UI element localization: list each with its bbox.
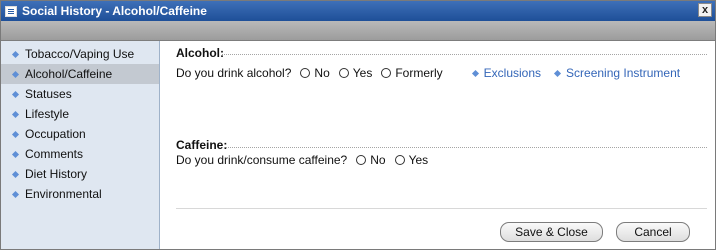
sidebar-item-tobacco-vaping-use[interactable]: Tobacco/Vaping Use xyxy=(1,44,159,64)
main-panel: Alcohol: Do you drink alcohol? No Yes Fo… xyxy=(160,41,715,249)
alcohol-section-header: Alcohol: xyxy=(176,46,224,60)
diamond-bullet-icon xyxy=(11,150,20,158)
title-bar: Social History - Alcohol/Caffeine x xyxy=(1,1,715,21)
section-divider xyxy=(222,54,707,55)
sidebar-item-environmental[interactable]: Environmental xyxy=(1,184,159,204)
sidebar-item-lifestyle[interactable]: Lifestyle xyxy=(1,104,159,124)
sidebar-item-label: Tobacco/Vaping Use xyxy=(25,47,135,61)
caffeine-no-radio[interactable] xyxy=(356,155,367,165)
cancel-button[interactable]: Cancel xyxy=(616,222,690,242)
caffeine-question-label: Do you drink/consume caffeine? xyxy=(176,153,348,167)
toolbar xyxy=(1,21,715,41)
alcohol-formerly-radio[interactable] xyxy=(381,68,392,78)
sidebar-item-label: Comments xyxy=(25,147,84,161)
alcohol-formerly-label: Formerly xyxy=(395,66,443,80)
sidebar-item-label: Statuses xyxy=(25,87,72,101)
sidebar-item-label: Alcohol/Caffeine xyxy=(25,67,113,81)
screening-instrument-link-label: Screening Instrument xyxy=(566,66,681,80)
alcohol-no-label: No xyxy=(314,66,330,80)
caffeine-no-label: No xyxy=(370,153,386,167)
sidebar-item-label: Occupation xyxy=(25,127,86,141)
alcohol-yes-label: Yes xyxy=(352,66,373,80)
diamond-bullet-icon xyxy=(11,50,20,58)
alcohol-question-label: Do you drink alcohol? xyxy=(176,66,292,80)
diamond-bullet-icon xyxy=(11,70,20,78)
caffeine-question-row: Do you drink/consume caffeine? No Yes xyxy=(176,153,428,167)
section-divider xyxy=(222,147,707,148)
caffeine-yes-label: Yes xyxy=(408,153,429,167)
diamond-bullet-icon xyxy=(553,69,562,77)
sidebar-item-label: Environmental xyxy=(25,187,102,201)
sidebar-item-comments[interactable]: Comments xyxy=(1,144,159,164)
sidebar-item-label: Diet History xyxy=(25,167,88,181)
social-history-window: Social History - Alcohol/Caffeine x Toba… xyxy=(0,0,716,250)
exclusions-link-label: Exclusions xyxy=(483,66,542,80)
screening-instrument-link[interactable]: Screening Instrument xyxy=(553,66,681,80)
sidebar: Tobacco/Vaping Use Alcohol/Caffeine Stat… xyxy=(1,41,160,249)
diamond-bullet-icon xyxy=(11,190,20,198)
window-title: Social History - Alcohol/Caffeine xyxy=(22,4,207,18)
list-icon xyxy=(5,5,17,17)
diamond-bullet-icon xyxy=(471,69,479,77)
sidebar-item-label: Lifestyle xyxy=(25,107,70,121)
caffeine-section-header: Caffeine: xyxy=(176,138,228,152)
diamond-bullet-icon xyxy=(11,170,20,178)
diamond-bullet-icon xyxy=(11,130,20,138)
alcohol-question-row: Do you drink alcohol? No Yes Formerly Ex… xyxy=(176,66,680,80)
sidebar-item-occupation[interactable]: Occupation xyxy=(1,124,159,144)
diamond-bullet-icon xyxy=(11,90,20,98)
caffeine-yes-radio[interactable] xyxy=(394,155,405,165)
sidebar-item-diet-history[interactable]: Diet History xyxy=(1,164,159,184)
close-button[interactable]: x xyxy=(698,3,712,17)
exclusions-link[interactable]: Exclusions xyxy=(471,66,542,80)
alcohol-no-radio[interactable] xyxy=(300,68,311,78)
sidebar-item-statuses[interactable]: Statuses xyxy=(1,84,159,104)
sidebar-item-alcohol-caffeine[interactable]: Alcohol/Caffeine xyxy=(1,64,159,84)
footer-divider xyxy=(176,208,707,209)
alcohol-yes-radio[interactable] xyxy=(338,68,349,78)
save-close-button[interactable]: Save & Close xyxy=(500,222,603,242)
diamond-bullet-icon xyxy=(11,110,20,118)
